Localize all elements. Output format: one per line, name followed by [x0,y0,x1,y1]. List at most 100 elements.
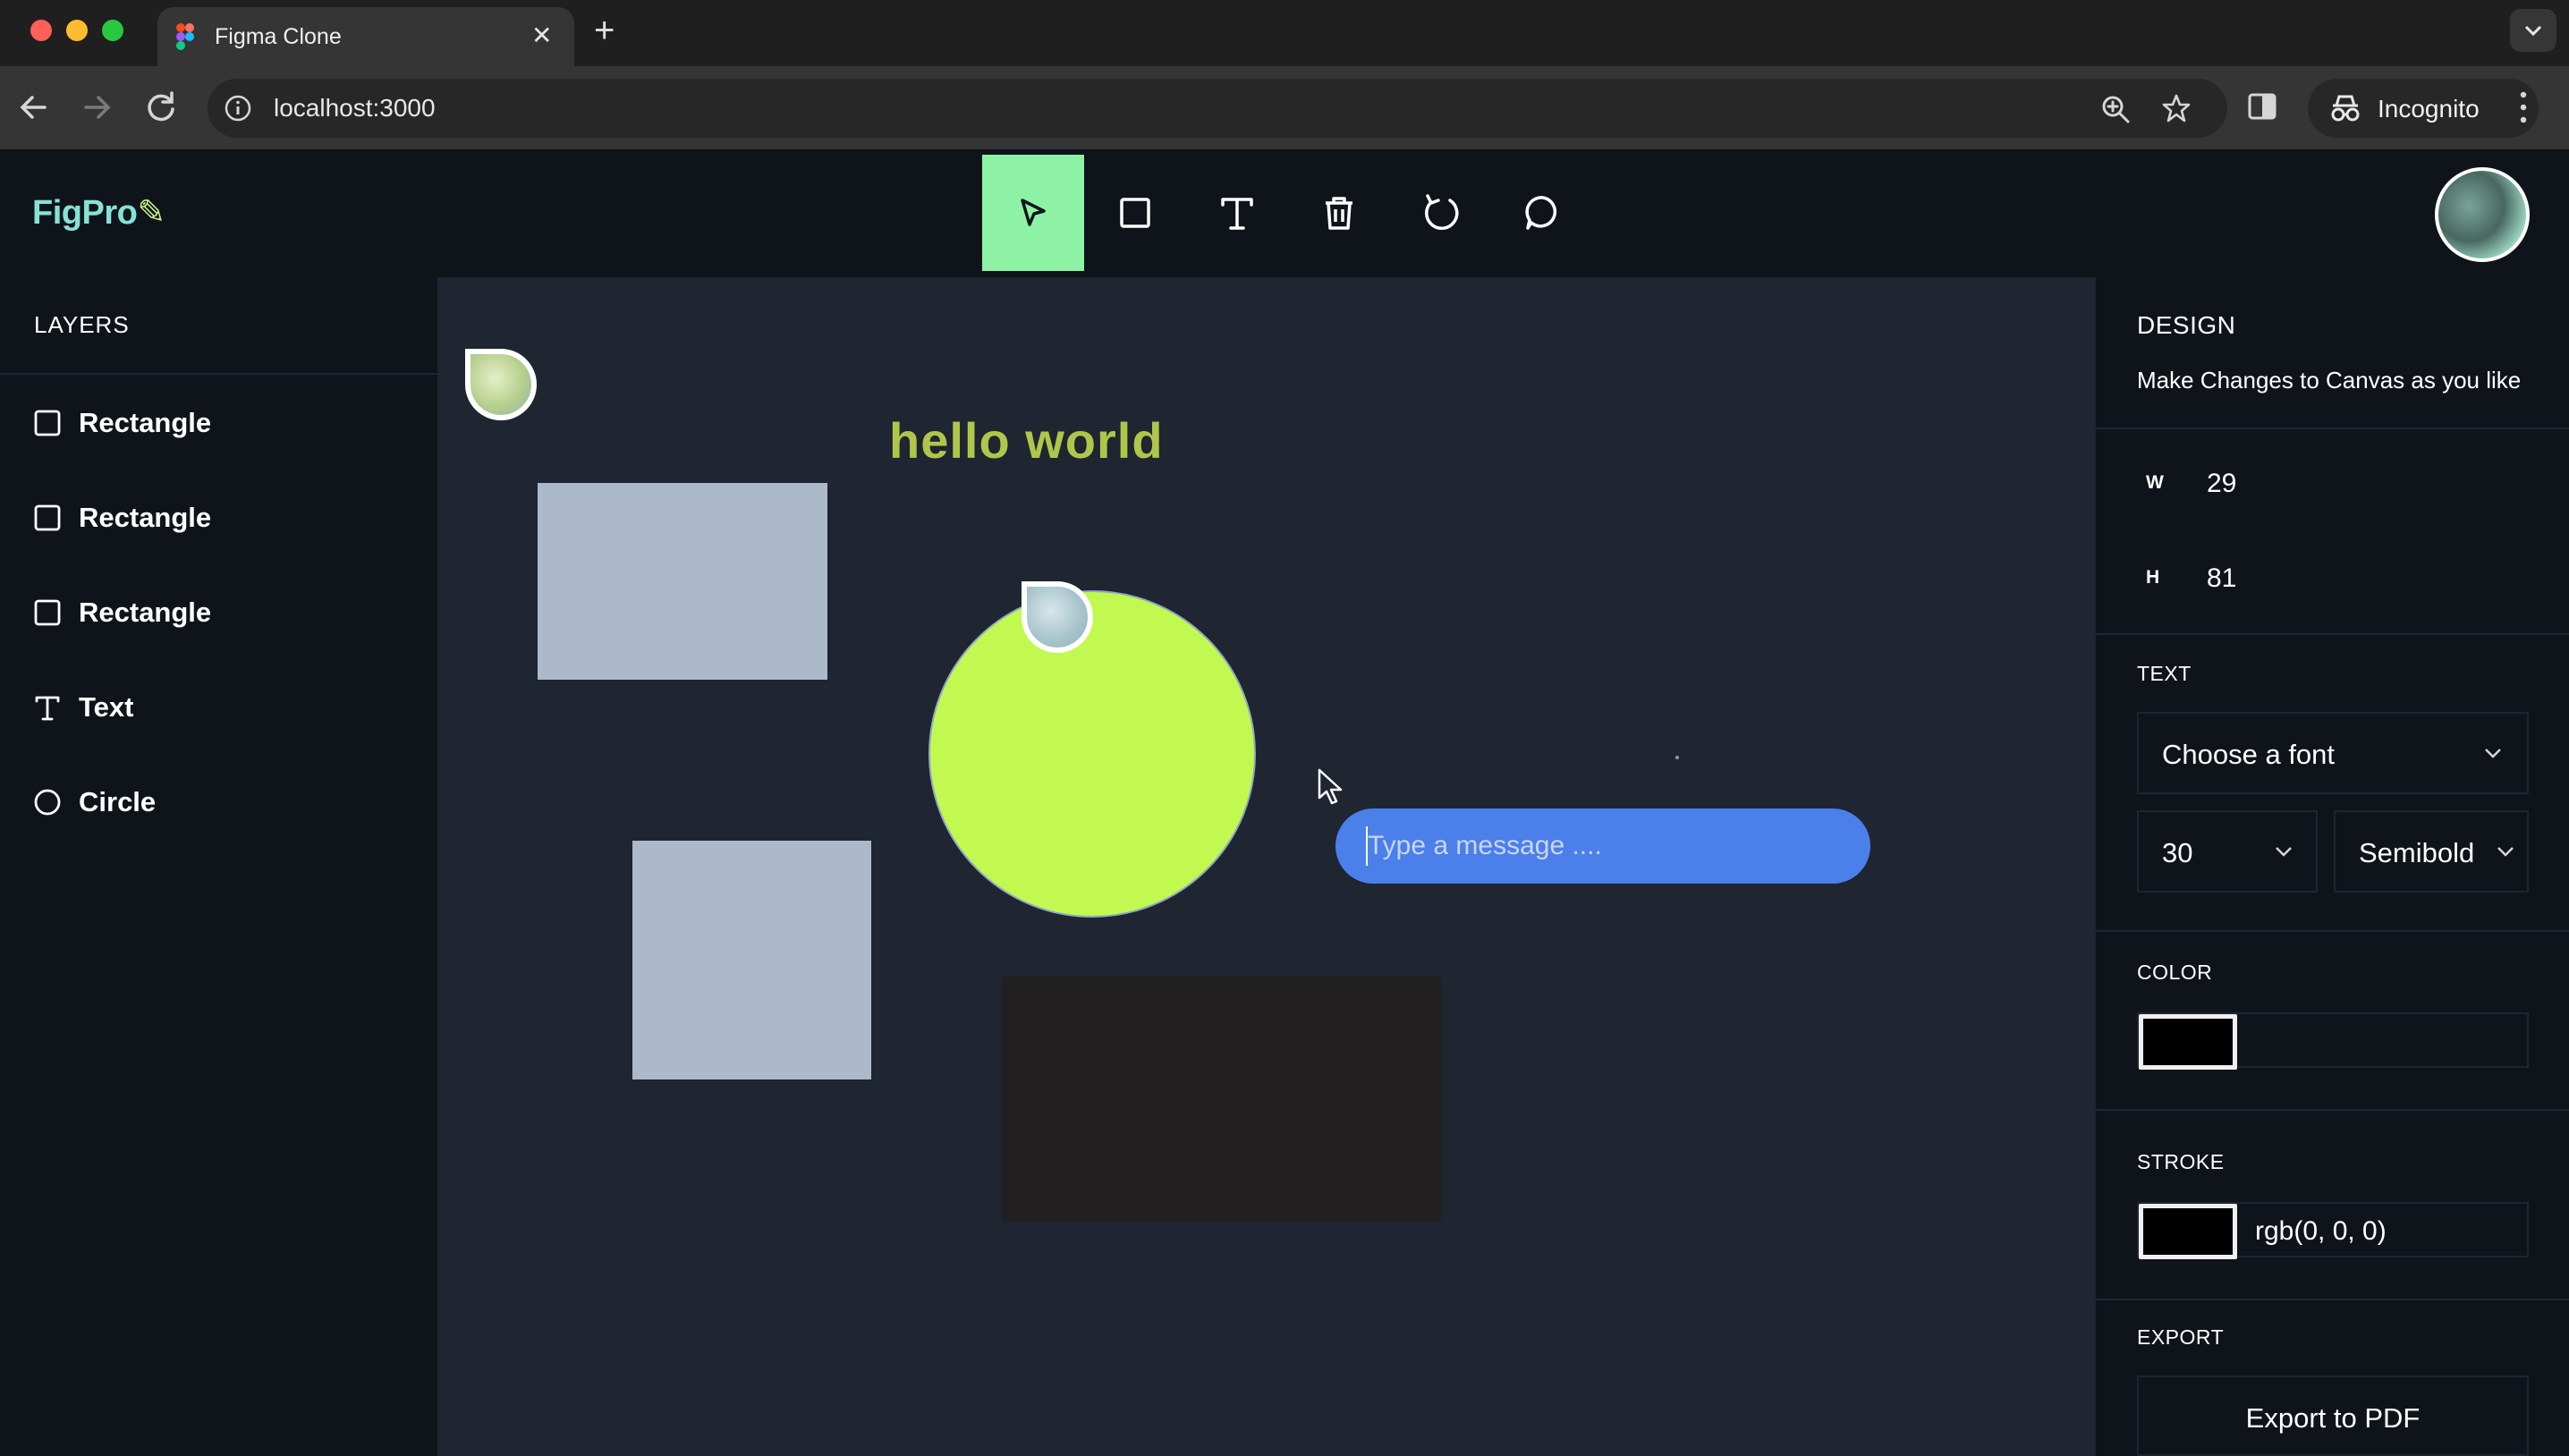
delete-tool-button[interactable] [1288,155,1390,271]
color-section-heading: COLOR [2137,961,2213,984]
address-bar[interactable]: localhost:3000 [208,79,2227,138]
layer-label: Rectangle [79,597,212,628]
font-family-select[interactable]: Choose a font [2137,712,2529,794]
design-heading: DESIGN [2137,311,2236,339]
drawing-canvas[interactable]: hello world [438,277,2095,1456]
design-subtitle: Make Changes to Canvas as you like [2137,367,2522,394]
layer-item-circle[interactable]: Circle [32,780,408,825]
width-input[interactable]: 29 [2207,469,2236,499]
pen-nib-icon: ✎ [137,194,165,232]
fill-color-field[interactable] [2137,1012,2529,1070]
incognito-label: Incognito [2378,95,2480,123]
design-panel: DESIGN Make Changes to Canvas as you lik… [2095,277,2569,1456]
square-icon [32,408,63,438]
bookmark-star-icon[interactable] [2161,93,2192,123]
divider [2096,1299,2569,1300]
chevron-down-icon [2276,847,2292,857]
logo-text: FigPro [32,194,138,232]
layer-label: Rectangle [79,407,212,438]
app-navbar: FigPro✎ [0,149,2569,277]
layer-label: Circle [79,786,157,817]
live-cursor-avatar [465,349,537,420]
square-icon [32,503,63,533]
chat-message-input[interactable] [1366,825,1849,868]
text-caret [1366,826,1368,866]
height-input[interactable]: 81 [2207,563,2236,594]
stroke-section-heading: STROKE [2137,1150,2225,1173]
divider [2096,427,2569,429]
canvas-rectangle[interactable] [632,841,871,1079]
divider [2096,1109,2569,1111]
side-panel-icon[interactable] [2247,91,2277,122]
canvas-rectangle[interactable] [538,483,827,680]
canvas-circle[interactable] [928,590,1256,918]
layer-item-rectangle[interactable]: Rectangle [32,590,408,635]
chevron-down-icon [2485,749,2501,758]
layer-label: Text [79,691,134,723]
user-avatar[interactable] [2435,167,2530,262]
chevron-down-icon [2497,847,2514,857]
layers-sidebar: LAYERS Rectangle Rectangle Rectangle Tex… [0,277,438,1456]
app-logo[interactable]: FigPro✎ [32,192,165,233]
browser-toolbar: localhost:3000 Incognito [0,66,2569,149]
square-icon [32,597,63,628]
figma-favicon-icon [176,23,194,50]
reload-icon[interactable] [140,86,182,129]
rectangle-tool-button[interactable] [1084,155,1186,271]
text-tool-button[interactable] [1186,155,1288,271]
cursor-arrow-icon [1021,199,1046,226]
incognito-icon [2331,95,2360,122]
zoom-icon[interactable] [2100,94,2131,124]
height-label: H [2146,567,2160,588]
layer-item-rectangle[interactable]: Rectangle [32,495,408,540]
export-section-heading: EXPORT [2137,1325,2225,1349]
url-text[interactable]: localhost:3000 [274,94,436,123]
comments-tool-button[interactable] [1492,155,1594,271]
browser-tab[interactable]: Figma Clone ✕ [157,7,574,66]
canvas-dot [1675,756,1679,759]
circle-icon [32,787,63,817]
incognito-badge[interactable]: Incognito [2308,79,2539,138]
select-tool-button[interactable] [982,155,1084,271]
tab-search-button[interactable] [2510,9,2556,52]
chevron-down-icon [2524,25,2542,37]
stroke-color-field[interactable]: rgb(0, 0, 0) [2137,1202,2529,1259]
font-family-value: Choose a font [2162,739,2336,770]
font-size-value: 30 [2162,837,2193,868]
width-label: W [2146,472,2164,493]
font-size-select[interactable]: 30 [2137,810,2318,893]
live-cursor-avatar [1022,581,1093,653]
layer-item-rectangle[interactable]: Rectangle [32,401,408,445]
tab-close-icon[interactable]: ✕ [531,20,552,52]
canvas-rectangle[interactable] [1002,977,1441,1222]
comment-bubble-icon [1525,196,1557,230]
browser-menu-icon[interactable] [2517,89,2530,125]
new-tab-button[interactable]: + [594,11,615,50]
minimize-window-button[interactable] [66,20,88,41]
divider [2096,930,2569,932]
fill-color-swatch[interactable] [2139,1014,2237,1070]
close-window-button[interactable] [30,20,52,41]
square-icon [1120,198,1150,228]
divider [0,373,438,375]
layer-label: Rectangle [79,502,212,533]
stroke-color-swatch[interactable] [2139,1204,2237,1259]
stroke-color-value[interactable]: rgb(0, 0, 0) [2255,1216,2387,1247]
mouse-pointer-icon [1318,768,1343,805]
trash-icon [1326,197,1352,230]
canvas-text-object[interactable]: hello world [889,411,1164,470]
browser-tab-strip: Figma Clone ✕ + [0,0,2569,66]
reset-icon [1425,194,1459,231]
back-arrow-icon[interactable] [13,86,55,129]
export-pdf-button[interactable]: Export to PDF [2137,1376,2529,1456]
site-info-icon[interactable] [224,94,252,123]
reset-tool-button[interactable] [1390,155,1492,271]
text-section-heading: TEXT [2137,662,2192,685]
layer-item-text[interactable]: Text [32,685,408,730]
maximize-window-button[interactable] [102,20,123,41]
forward-arrow-icon[interactable] [75,86,118,129]
layers-heading: LAYERS [34,311,130,338]
text-icon [1221,198,1253,230]
font-weight-value: Semibold [2359,837,2475,868]
font-weight-select[interactable]: Semibold [2334,810,2529,893]
